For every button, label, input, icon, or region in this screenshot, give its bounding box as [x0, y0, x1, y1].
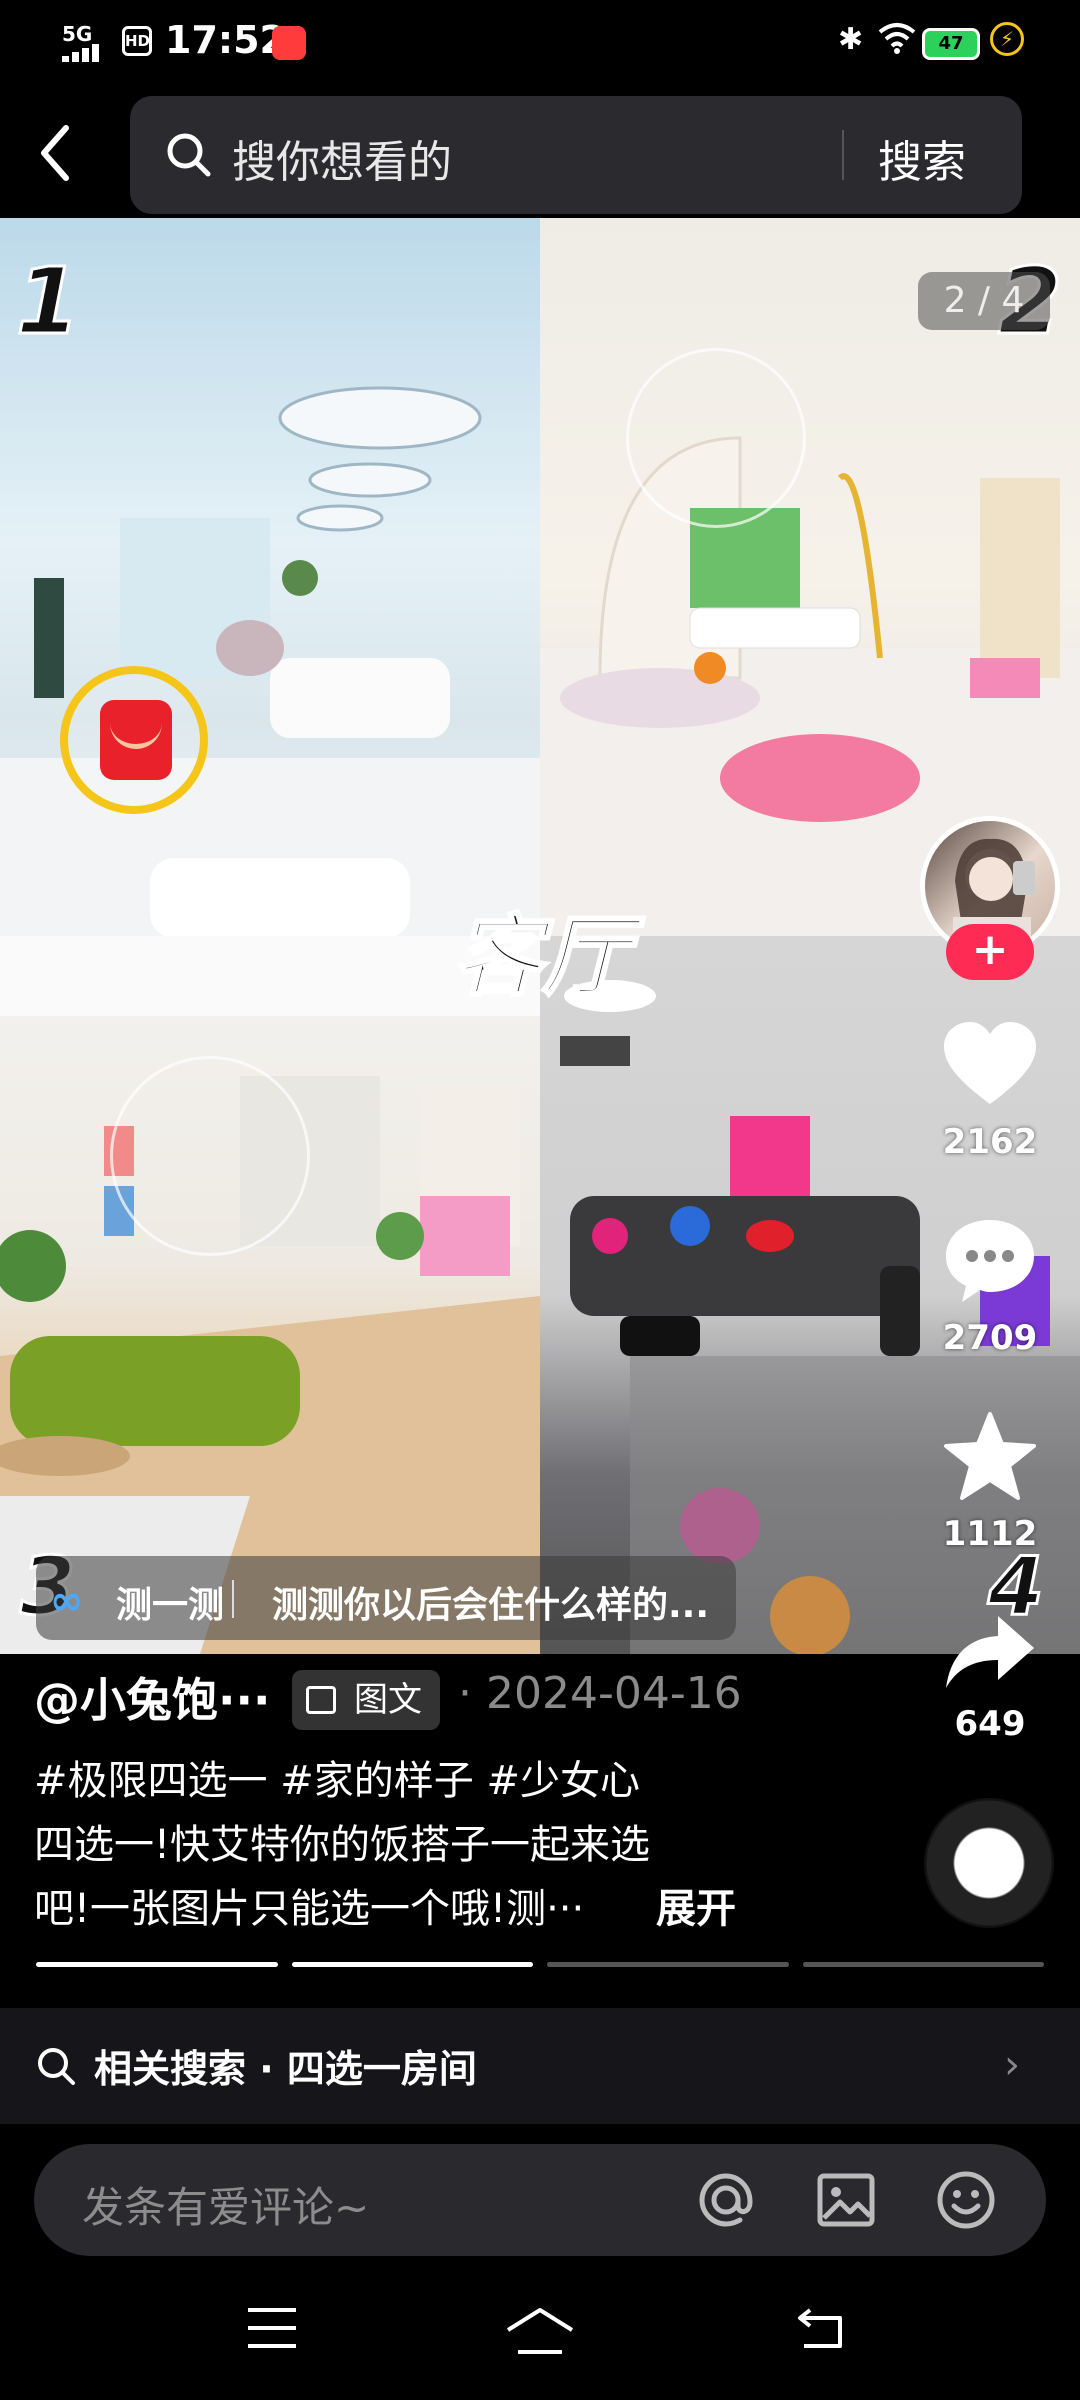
- photo-number-1: 1: [14, 247, 81, 357]
- like-button[interactable]: 2162: [910, 1020, 1070, 1162]
- divider: [842, 130, 844, 180]
- wifi-icon: [878, 18, 916, 62]
- bluetooth-icon: ✱: [838, 22, 864, 57]
- like-count: 2162: [942, 1122, 1038, 1162]
- share-button[interactable]: 649: [910, 1612, 1070, 1744]
- related-search-bar[interactable]: 相关搜索 · 四选一房间 ›: [0, 2008, 1080, 2124]
- signal-icon: [62, 44, 108, 62]
- decorative-circle: [110, 1056, 310, 1256]
- share-arrow-icon: [910, 1612, 1070, 1696]
- quiz-title: 测一测: [116, 1585, 225, 1626]
- progress-segment: [36, 1962, 278, 1967]
- hd-icon: HD: [122, 26, 152, 56]
- image-upload-icon[interactable]: [814, 2168, 878, 2236]
- divider: [232, 1580, 234, 1618]
- search-icon: [166, 132, 212, 182]
- heart-icon: [910, 1020, 1070, 1114]
- description-line-2: 吧!一张图片只能选一个哦!测···: [34, 1886, 585, 1932]
- battery-indicator: 47: [922, 28, 980, 60]
- page-indicator: 2 / 4: [918, 272, 1050, 330]
- back-button[interactable]: [30, 118, 100, 198]
- network-indicator: 5G: [62, 22, 93, 46]
- charging-icon: ⚡: [990, 22, 1024, 56]
- search-button[interactable]: 搜索: [878, 126, 966, 190]
- post-date: · 2024-04-16: [458, 1668, 742, 1719]
- search-bar[interactable]: 搜你想看的 搜索: [130, 96, 1022, 214]
- decorative-circle: [626, 348, 806, 528]
- favorite-button[interactable]: 1112: [910, 1410, 1070, 1554]
- home-icon[interactable]: [504, 2306, 576, 2360]
- clock: 17:52: [165, 18, 286, 62]
- hashtags[interactable]: #极限四选一 #家的样子 #少女心: [34, 1748, 640, 1806]
- search-icon: [36, 2046, 76, 2090]
- chevron-right-icon: ›: [1004, 2042, 1020, 2088]
- quiz-link[interactable]: ∞ 测一测 测测你以后会住什么样的...: [36, 1556, 736, 1640]
- progress-segment: [291, 1962, 533, 1967]
- comment-input-bar[interactable]: 发条有爱评论~: [34, 2144, 1046, 2256]
- room-photo-1: [0, 218, 540, 936]
- app-notification-icon: [272, 26, 306, 60]
- comment-button[interactable]: 2709: [910, 1216, 1070, 1358]
- related-search-text: 相关搜索 · 四选一房间: [94, 2047, 477, 2091]
- red-envelope-icon: [100, 700, 172, 780]
- room-photo-3: [0, 936, 540, 1654]
- music-disc-button[interactable]: [924, 1798, 1054, 1928]
- room-label: 客厅: [452, 904, 631, 1010]
- red-packet-button[interactable]: [60, 666, 208, 814]
- progress-segment: [802, 1962, 1044, 1967]
- progress-segment: [547, 1962, 789, 1967]
- comment-input[interactable]: 发条有爱评论~: [82, 2174, 369, 2235]
- image-icon: [306, 1686, 336, 1714]
- menu-icon[interactable]: [246, 2306, 298, 2354]
- star-icon: [910, 1410, 1070, 1506]
- favorite-count: 1112: [942, 1514, 1038, 1554]
- author-name[interactable]: @小兔饱···: [34, 1664, 270, 1730]
- mention-icon[interactable]: [694, 2168, 758, 2236]
- comment-count: 2709: [942, 1318, 1038, 1358]
- quiz-text: 测测你以后会住什么样的...: [272, 1585, 710, 1626]
- comment-icon: [910, 1216, 1070, 1310]
- description-line-1: 四选一!快艾特你的饭搭子一起来选: [34, 1822, 651, 1868]
- status-bar: 5G HD 17:52 ✱ 47 ⚡: [0, 0, 1080, 88]
- post-type-label: 图文: [354, 1680, 422, 1720]
- follow-button[interactable]: +: [946, 924, 1034, 980]
- emoji-icon[interactable]: [934, 2168, 998, 2236]
- search-input[interactable]: 搜你想看的: [232, 126, 452, 190]
- chevron-left-icon: [41, 125, 69, 181]
- share-count: 649: [954, 1704, 1026, 1744]
- quiz-icon: ∞: [50, 1578, 84, 1624]
- post-type-tag: 图文: [292, 1670, 440, 1730]
- back-nav-icon[interactable]: [796, 2306, 852, 2354]
- expand-button[interactable]: 展开: [656, 1876, 736, 1934]
